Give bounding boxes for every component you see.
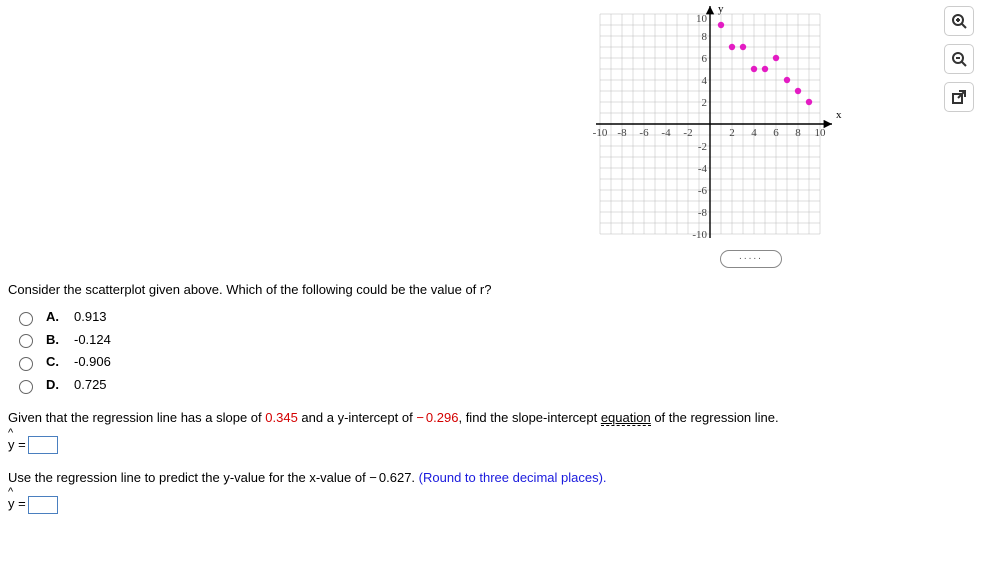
svg-text:2: 2 — [729, 127, 735, 139]
choice-a[interactable]: A. 0.913 — [14, 307, 976, 328]
q3-answer-input[interactable] — [28, 496, 58, 514]
svg-text:-8: -8 — [617, 127, 627, 139]
choice-d-letter: D. — [46, 375, 64, 396]
svg-text:-2: -2 — [683, 127, 692, 139]
svg-text:-4: -4 — [661, 127, 671, 139]
q2-slope: 0.345 — [265, 410, 298, 425]
svg-text:-10: -10 — [593, 127, 608, 139]
svg-text:-6: -6 — [639, 127, 649, 139]
x-axis-label: x — [836, 109, 842, 121]
q2-text-3: , find the slope-intercept — [458, 410, 600, 425]
choice-a-letter: A. — [46, 307, 64, 328]
question-1-prompt: Consider the scatterplot given above. Wh… — [8, 280, 976, 301]
question-3-answer-line: y = — [8, 492, 976, 515]
choice-a-value: 0.913 — [74, 307, 107, 328]
zoom-in-button[interactable] — [944, 6, 974, 36]
svg-text:6: 6 — [773, 127, 779, 139]
yhat-symbol-1: y = — [8, 433, 26, 456]
svg-text:8: 8 — [702, 31, 708, 43]
q3-xval: 0.627. — [379, 470, 419, 485]
choice-d-value: 0.725 — [74, 375, 107, 396]
svg-text:10: 10 — [815, 127, 827, 139]
popout-icon — [951, 89, 967, 105]
svg-text:4: 4 — [702, 75, 708, 87]
choice-b-letter: B. — [46, 330, 64, 351]
svg-text:6: 6 — [702, 53, 708, 65]
question-2-prompt: Given that the regression line has a slo… — [8, 408, 976, 429]
svg-text:10: 10 — [696, 13, 708, 25]
q2-equation-link[interactable]: equation — [601, 410, 651, 426]
zoom-in-icon — [951, 13, 967, 29]
svg-text:-8: -8 — [698, 207, 708, 219]
svg-text:-6: -6 — [698, 185, 708, 197]
radio-c[interactable] — [19, 357, 33, 371]
svg-text:-2: -2 — [698, 141, 707, 153]
q3-text-1: Use the regression line to predict the y… — [8, 470, 369, 485]
question-3-prompt: Use the regression line to predict the y… — [8, 468, 976, 489]
choice-b[interactable]: B. -0.124 — [14, 330, 976, 351]
choice-c[interactable]: C. -0.906 — [14, 352, 976, 373]
zoom-out-icon — [951, 51, 967, 67]
question-2-answer-line: y = — [8, 433, 976, 456]
q2-text-1: Given that the regression line has a slo… — [8, 410, 265, 425]
svg-text:-4: -4 — [698, 163, 708, 175]
scatterplot-svg: x y -10 -8 -6 -4 -2 2 4 6 8 10 -10 -8 -6… — [580, 4, 920, 244]
radio-b[interactable] — [19, 334, 33, 348]
question-1-choices: A. 0.913 B. -0.124 C. -0.906 D. 0.725 — [14, 307, 976, 396]
svg-text:2: 2 — [702, 97, 708, 109]
q2-text-2: and a y-intercept of — [298, 410, 417, 425]
yhat-symbol-2: y = — [8, 492, 26, 515]
choice-c-letter: C. — [46, 352, 64, 373]
q3-neg: − — [369, 470, 377, 485]
svg-text:4: 4 — [751, 127, 757, 139]
graph-menu-ellipsis[interactable]: ..... — [720, 250, 782, 268]
choice-d[interactable]: D. 0.725 — [14, 375, 976, 396]
y-axis-label: y — [718, 4, 724, 15]
q2-answer-input[interactable] — [28, 436, 58, 454]
scatterplot-graph: x y -10 -8 -6 -4 -2 2 4 6 8 10 -10 -8 -6… — [580, 4, 920, 244]
radio-d[interactable] — [19, 380, 33, 394]
choice-b-value: -0.124 — [74, 330, 111, 351]
choice-c-value: -0.906 — [74, 352, 111, 373]
radio-a[interactable] — [19, 312, 33, 326]
q3-note: (Round to three decimal places). — [419, 470, 607, 485]
q2-text-4: of the regression line. — [651, 410, 779, 425]
popout-button[interactable] — [944, 82, 974, 112]
q2-intercept: 0.296 — [426, 410, 459, 425]
q2-neg: − — [416, 410, 424, 425]
svg-text:8: 8 — [795, 127, 801, 139]
zoom-out-button[interactable] — [944, 44, 974, 74]
svg-text:-10: -10 — [692, 229, 707, 241]
